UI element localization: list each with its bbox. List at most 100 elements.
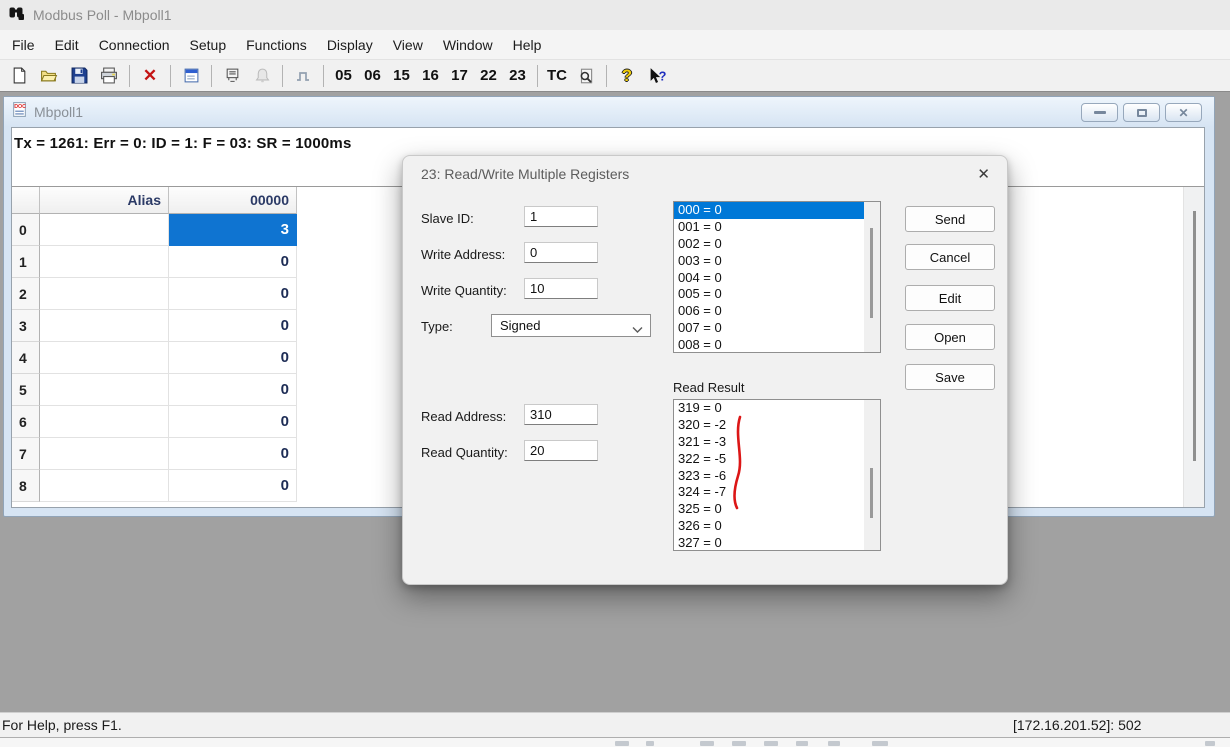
slave-id-field[interactable]	[524, 206, 598, 227]
icon-fragment	[732, 741, 746, 746]
row-header[interactable]: 6	[12, 406, 40, 438]
row-header[interactable]: 7	[12, 438, 40, 470]
grid-cell-alias[interactable]	[40, 278, 169, 310]
menu-display[interactable]: Display	[317, 30, 383, 60]
grid-cell-alias[interactable]	[40, 406, 169, 438]
read-list-scrollbar[interactable]	[864, 400, 880, 550]
row-header[interactable]: 3	[12, 310, 40, 342]
communication-traffic-icon[interactable]	[217, 63, 247, 89]
row-header[interactable]: 1	[12, 246, 40, 278]
row-header[interactable]: 4	[12, 342, 40, 374]
test-center-button[interactable]: TC	[543, 67, 571, 84]
grid-cell-value[interactable]: 0	[169, 406, 297, 438]
list-item[interactable]: 327 = 0	[674, 535, 880, 551]
write-quantity-field[interactable]	[524, 278, 598, 299]
grid-cell-alias[interactable]	[40, 310, 169, 342]
list-item[interactable]: 319 = 0	[674, 400, 880, 417]
open-file-icon[interactable]	[34, 63, 64, 89]
list-item[interactable]: 001 = 0	[674, 219, 880, 236]
type-dropdown[interactable]: Signed	[491, 314, 651, 337]
row-header[interactable]: 0	[12, 214, 40, 246]
close-icon[interactable]: ✕	[977, 165, 990, 183]
grid-cell-alias[interactable]	[40, 438, 169, 470]
scrollbar-thumb[interactable]	[1193, 211, 1196, 461]
poll-definition-icon[interactable]	[176, 63, 206, 89]
list-item[interactable]: 000 = 0	[674, 202, 880, 219]
grid-header-00000[interactable]: 00000	[169, 187, 297, 214]
open-button[interactable]: Open	[905, 324, 995, 350]
menu-edit[interactable]: Edit	[45, 30, 89, 60]
save-icon[interactable]	[64, 63, 94, 89]
function-23-button[interactable]: 23	[503, 67, 532, 84]
list-item[interactable]: 003 = 0	[674, 253, 880, 270]
list-item[interactable]: 008 = 0	[674, 337, 880, 353]
row-header[interactable]: 2	[12, 278, 40, 310]
list-item[interactable]: 321 = -3	[674, 434, 880, 451]
row-header[interactable]: 5	[12, 374, 40, 406]
help-icon[interactable]: ?	[612, 63, 642, 89]
menu-setup[interactable]: Setup	[180, 30, 237, 60]
menu-file[interactable]: File	[2, 30, 45, 60]
list-item[interactable]: 325 = 0	[674, 501, 880, 518]
list-item[interactable]: 006 = 0	[674, 303, 880, 320]
edit-button[interactable]: Edit	[905, 285, 995, 311]
list-item[interactable]: 002 = 0	[674, 236, 880, 253]
function-05-button[interactable]: 05	[329, 67, 358, 84]
new-file-icon[interactable]	[4, 63, 34, 89]
list-item[interactable]: 326 = 0	[674, 518, 880, 535]
context-help-icon[interactable]: ?	[642, 63, 672, 89]
row-header[interactable]: 8	[12, 470, 40, 502]
grid-cell-value[interactable]: 0	[169, 438, 297, 470]
list-item[interactable]: 324 = -7	[674, 484, 880, 501]
function-16-button[interactable]: 16	[416, 67, 445, 84]
function-17-button[interactable]: 17	[445, 67, 474, 84]
grid-cell-alias[interactable]	[40, 374, 169, 406]
menu-functions[interactable]: Functions	[236, 30, 317, 60]
function-06-button[interactable]: 06	[358, 67, 387, 84]
print-icon[interactable]	[94, 63, 124, 89]
scrollbar-thumb[interactable]	[870, 228, 873, 318]
read-address-field[interactable]	[524, 404, 598, 425]
grid-cell-value-selected[interactable]: 3	[169, 214, 297, 246]
menu-view[interactable]: View	[383, 30, 433, 60]
grid-cell-alias[interactable]	[40, 246, 169, 278]
write-registers-listbox[interactable]: 000 = 0 001 = 0 002 = 0 003 = 0 004 = 0 …	[673, 201, 881, 353]
child-restore-button[interactable]	[1123, 103, 1160, 122]
list-item[interactable]: 320 = -2	[674, 417, 880, 434]
write-address-field[interactable]	[524, 242, 598, 263]
cancel-poll-icon[interactable]: ✕	[135, 63, 165, 89]
list-item[interactable]: 005 = 0	[674, 286, 880, 303]
read-quantity-field[interactable]	[524, 440, 598, 461]
grid-cell-value[interactable]: 0	[169, 246, 297, 278]
write-list-scrollbar[interactable]	[864, 202, 880, 352]
log-viewer-icon[interactable]	[571, 63, 601, 89]
menu-window[interactable]: Window	[433, 30, 503, 60]
grid-vertical-scrollbar[interactable]	[1183, 187, 1204, 507]
grid-cell-value[interactable]: 0	[169, 470, 297, 502]
list-item[interactable]: 004 = 0	[674, 270, 880, 287]
function-22-button[interactable]: 22	[474, 67, 503, 84]
grid-cell-value[interactable]: 0	[169, 342, 297, 374]
list-item[interactable]: 007 = 0	[674, 320, 880, 337]
grid-cell-value[interactable]: 0	[169, 278, 297, 310]
save-button[interactable]: Save	[905, 364, 995, 390]
cancel-button[interactable]: Cancel	[905, 244, 995, 270]
scrollbar-thumb[interactable]	[870, 468, 873, 518]
list-item[interactable]: 323 = -6	[674, 468, 880, 485]
child-close-button[interactable]: ✕	[1165, 103, 1202, 122]
grid-cell-value[interactable]: 0	[169, 310, 297, 342]
grid-cell-alias[interactable]	[40, 470, 169, 502]
function-15-button[interactable]: 15	[387, 67, 416, 84]
grid-cell-alias[interactable]	[40, 214, 169, 246]
grid-header-alias[interactable]: Alias	[40, 187, 169, 214]
read-result-listbox[interactable]: 319 = 0 320 = -2 321 = -3 322 = -5 323 =…	[673, 399, 881, 551]
mbpoll1-title-bar[interactable]: DOC Mbpoll1 ✕	[4, 97, 1214, 127]
send-button[interactable]: Send	[905, 206, 995, 232]
menu-connection[interactable]: Connection	[89, 30, 180, 60]
menu-help[interactable]: Help	[503, 30, 552, 60]
dialog-title-bar[interactable]: 23: Read/Write Multiple Registers	[403, 156, 1007, 192]
list-item[interactable]: 322 = -5	[674, 451, 880, 468]
child-minimize-button[interactable]	[1081, 103, 1118, 122]
grid-cell-alias[interactable]	[40, 342, 169, 374]
grid-cell-value[interactable]: 0	[169, 374, 297, 406]
